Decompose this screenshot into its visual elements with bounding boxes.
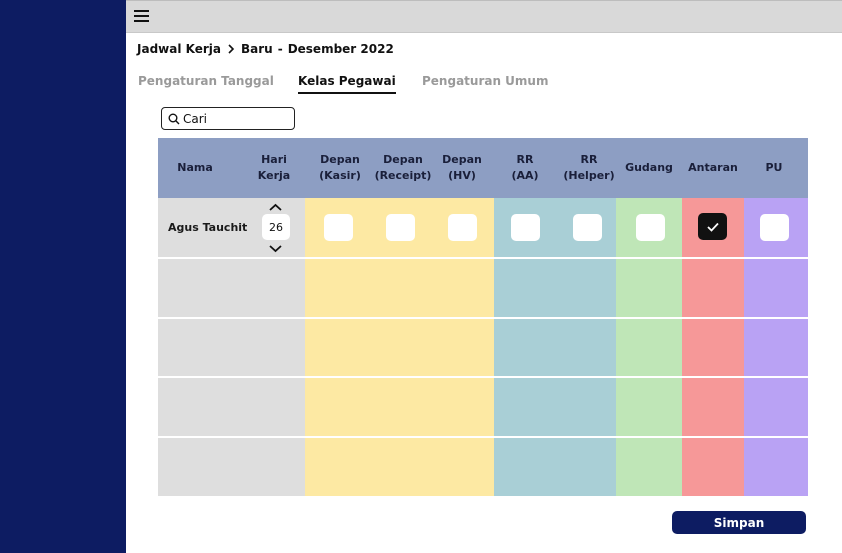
menu-icon[interactable]	[134, 10, 149, 23]
header-rr-aa: RR (AA)	[511, 153, 539, 182]
row-divider	[158, 257, 808, 259]
breadcrumb-dash: -	[277, 42, 283, 56]
employee-name: Agus Tauchit	[168, 221, 248, 234]
checkbox-pu[interactable]	[760, 214, 789, 241]
breadcrumb: Jadwal Kerja Baru - Desember 2022	[137, 42, 394, 56]
header-antaran: Antaran	[688, 161, 738, 174]
checkbox-depan-hv[interactable]	[448, 214, 477, 241]
checkbox-depan-receipt[interactable]	[386, 214, 415, 241]
header-depan-hv: Depan (HV)	[442, 153, 482, 182]
search-icon	[168, 113, 180, 124]
row-divider	[158, 317, 808, 319]
header-hari-kerja: Hari Kerja	[257, 153, 291, 182]
search-input[interactable]	[183, 111, 283, 126]
header-gudang: Gudang	[625, 161, 673, 174]
sidebar	[0, 0, 126, 553]
checkbox-antaran[interactable]	[698, 213, 727, 240]
header-rr-helper: RR (Helper)	[563, 153, 615, 182]
tab-pengaturan-umum[interactable]: Pengaturan Umum	[422, 74, 548, 88]
hari-kerja-value[interactable]: 26	[262, 214, 290, 240]
header-nama: Nama	[177, 161, 213, 174]
header-depan-receipt: Depan (Receipt)	[374, 153, 432, 182]
checkmark-icon	[706, 222, 719, 232]
breadcrumb-baru: Baru	[240, 42, 273, 56]
row-divider	[158, 436, 808, 438]
chevron-up-icon[interactable]	[268, 202, 283, 212]
tab-pengaturan-tanggal[interactable]: Pengaturan Tanggal	[138, 74, 274, 88]
breadcrumb-jadwal-kerja[interactable]: Jadwal Kerja	[137, 42, 221, 56]
chevron-down-icon[interactable]	[268, 244, 283, 254]
employee-class-table: Nama Hari Kerja Depan (Kasir) Depan (Rec…	[158, 138, 808, 496]
search-box[interactable]	[161, 107, 295, 130]
checkbox-rr-helper[interactable]	[573, 214, 602, 241]
chevron-right-icon	[227, 44, 235, 54]
header-depan-kasir: Depan (Kasir)	[319, 153, 361, 182]
row-divider	[158, 376, 808, 378]
top-bar	[126, 0, 842, 33]
checkbox-gudang[interactable]	[636, 214, 665, 241]
breadcrumb-month: Desember 2022	[287, 42, 394, 56]
checkbox-depan-kasir[interactable]	[324, 214, 353, 241]
checkbox-rr-aa[interactable]	[511, 214, 540, 241]
header-pu: PU	[765, 161, 783, 174]
save-button[interactable]: Simpan	[672, 511, 806, 534]
tab-kelas-pegawai[interactable]: Kelas Pegawai	[298, 74, 396, 94]
